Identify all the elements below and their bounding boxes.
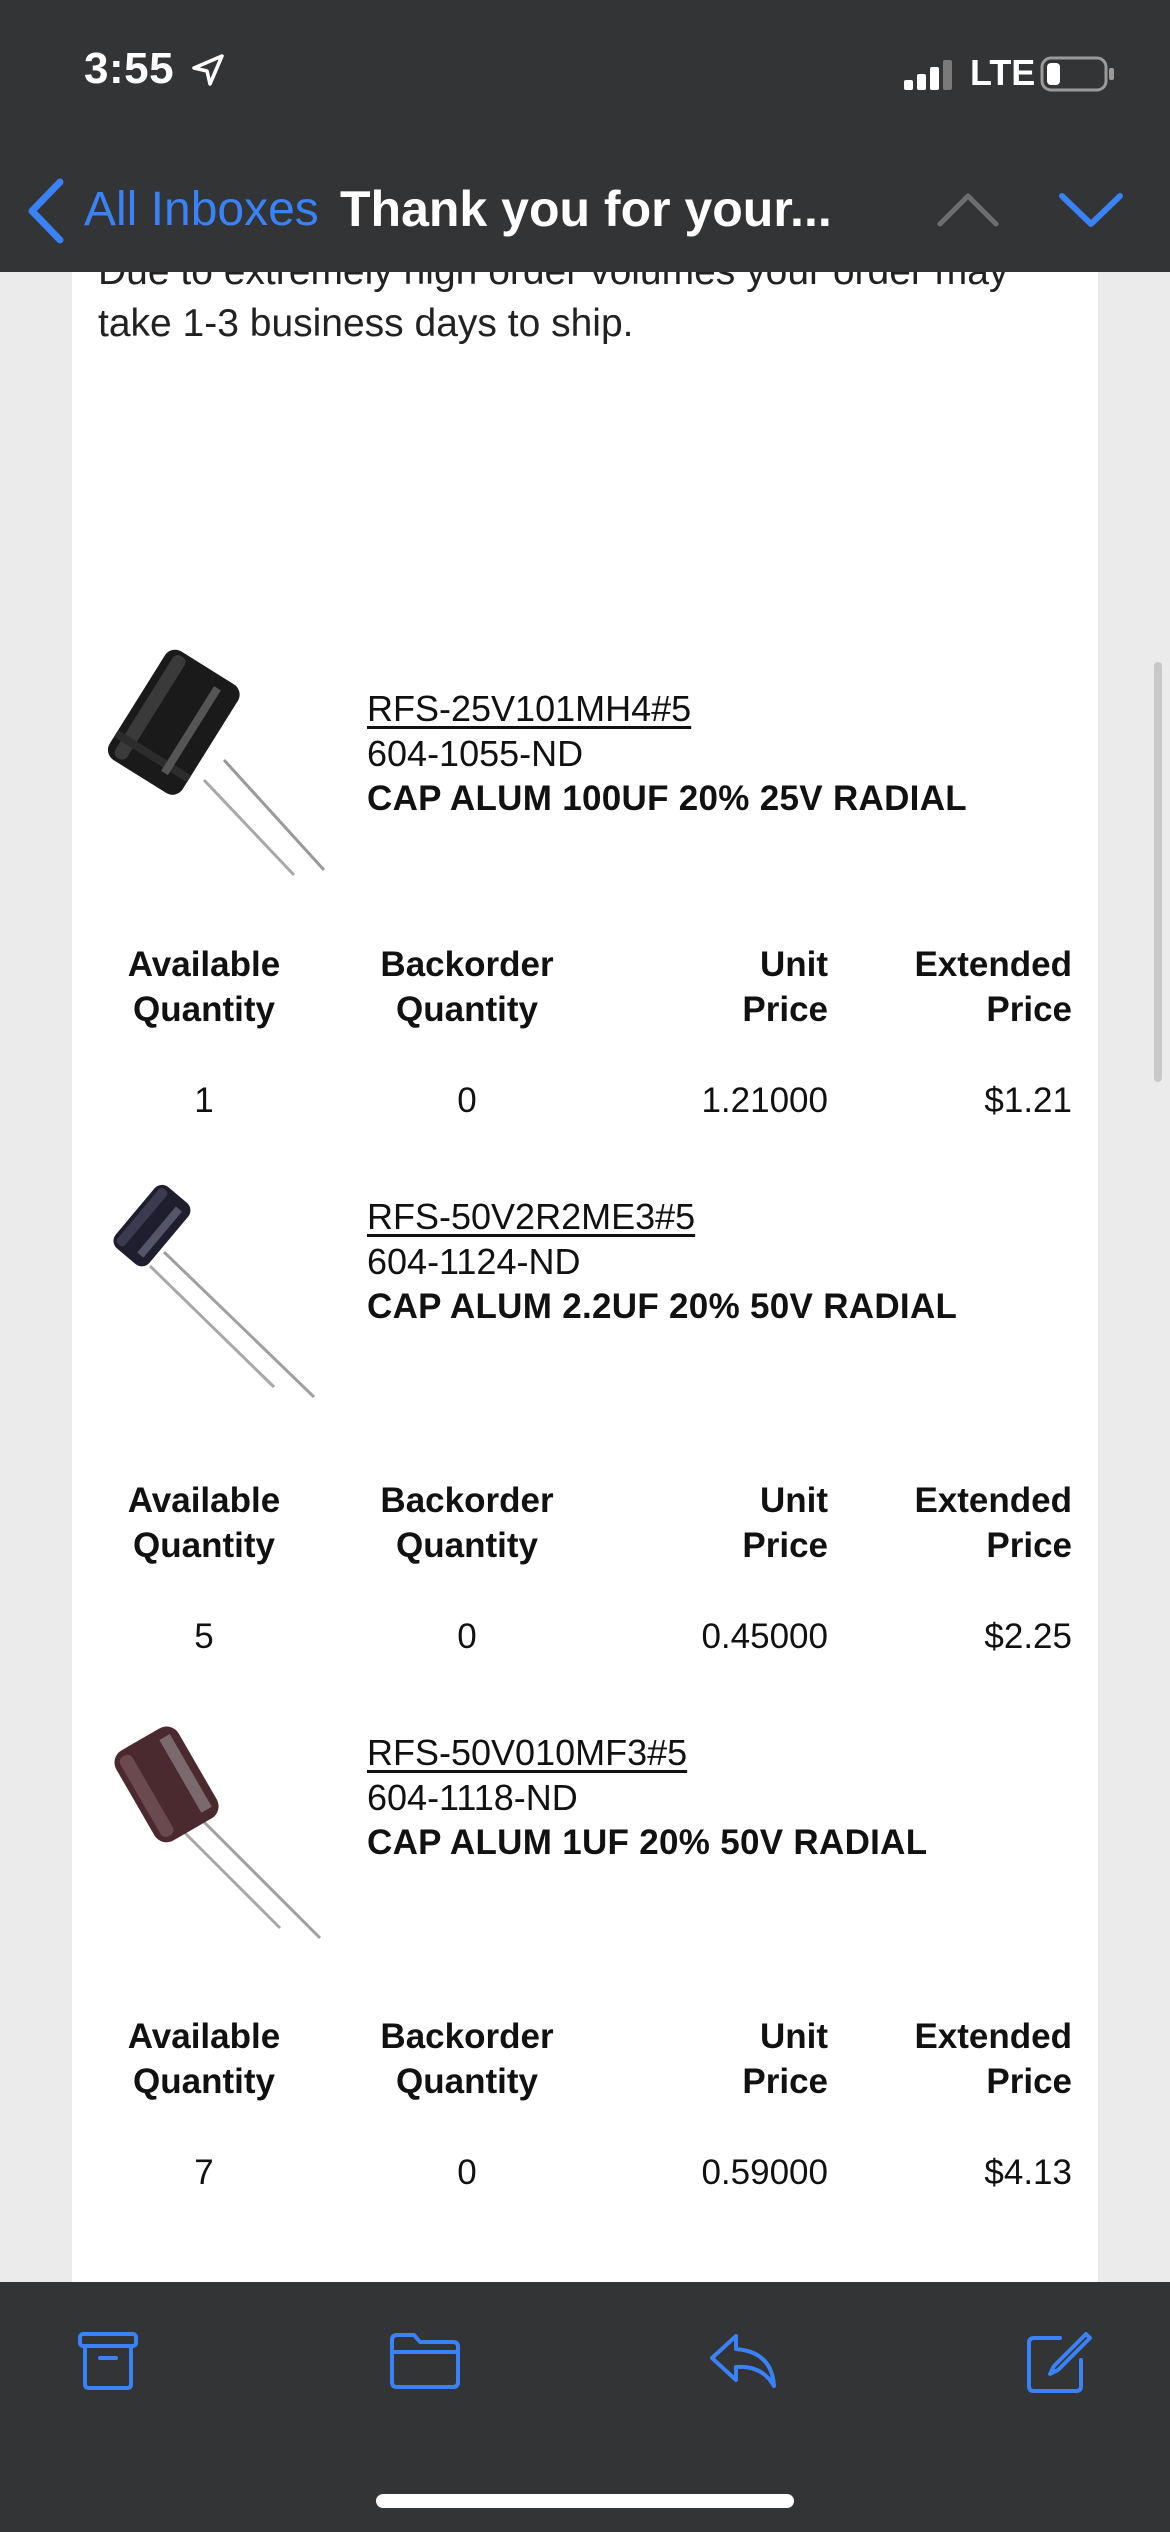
backorder-quantity-value: 0 bbox=[457, 2153, 477, 2192]
available-quantity-header: Available Quantity bbox=[127, 2017, 281, 2101]
available-quantity-value: 7 bbox=[194, 2153, 214, 2192]
top-bar: 3:55 LTE All Inboxes Thank you for your.… bbox=[0, 0, 1170, 272]
chevron-down-icon[interactable] bbox=[1058, 188, 1124, 237]
part-description: CAP ALUM 100UF 20% 25V RADIAL bbox=[367, 779, 967, 818]
manufacturer-part-link[interactable]: RFS-50V2R2ME3#5 bbox=[367, 1194, 957, 1239]
compose-icon[interactable] bbox=[1024, 2330, 1094, 2401]
unit-price-value: 0.45000 bbox=[701, 1617, 828, 1656]
archive-icon[interactable] bbox=[76, 2330, 140, 2397]
backorder-quantity-value: 0 bbox=[457, 1081, 477, 1120]
part-description: CAP ALUM 1UF 20% 50V RADIAL bbox=[367, 1823, 928, 1862]
status-time: 3:55 bbox=[84, 44, 175, 93]
home-indicator[interactable] bbox=[376, 2494, 794, 2508]
capacitor-image bbox=[94, 1712, 334, 1957]
manufacturer-part-link[interactable]: RFS-50V010MF3#5 bbox=[367, 1730, 927, 1775]
scroll-indicator[interactable] bbox=[1154, 662, 1162, 1082]
navigation-bar: All Inboxes Thank you for your... bbox=[0, 160, 1170, 272]
part-description: CAP ALUM 2.2UF 20% 50V RADIAL bbox=[367, 1287, 958, 1326]
status-bar: 3:55 LTE bbox=[0, 0, 1170, 150]
unit-price-header: Unit Price bbox=[742, 945, 828, 1029]
backorder-quantity-header: Backorder Quantity bbox=[380, 2017, 554, 2101]
backorder-quantity-header: Backorder Quantity bbox=[380, 945, 554, 1029]
digikey-part-number: 604-1118-ND bbox=[367, 1777, 578, 1818]
location-arrow-icon bbox=[190, 52, 226, 93]
backorder-quantity-value: 0 bbox=[457, 1617, 477, 1656]
shipping-notice: Due to extremely high order volumes your… bbox=[98, 272, 1008, 345]
backorder-quantity-header: Backorder Quantity bbox=[380, 1481, 554, 1565]
battery-icon bbox=[1040, 56, 1116, 97]
available-quantity-header: Available Quantity bbox=[127, 1481, 281, 1565]
chevron-up-icon[interactable] bbox=[936, 190, 1000, 235]
extended-price-value: $1.21 bbox=[984, 1081, 1072, 1120]
extended-price-header: Extended Price bbox=[914, 1481, 1072, 1565]
reply-icon[interactable] bbox=[706, 2330, 780, 2397]
available-quantity-header: Available Quantity bbox=[127, 945, 281, 1029]
manufacturer-part-link[interactable]: RFS-25V101MH4#5 bbox=[367, 686, 967, 731]
back-chevron-icon[interactable] bbox=[24, 176, 68, 251]
extended-price-header: Extended Price bbox=[914, 2017, 1072, 2101]
message-body[interactable]: Due to extremely high order volumes your… bbox=[0, 272, 1170, 2282]
unit-price-value: 0.59000 bbox=[701, 2153, 828, 2192]
available-quantity-value: 1 bbox=[194, 1081, 214, 1120]
unit-price-value: 1.21000 bbox=[701, 1081, 828, 1120]
cellular-signal-icon bbox=[904, 60, 960, 95]
extended-price-header: Extended Price bbox=[914, 945, 1072, 1029]
capacitor-image bbox=[94, 640, 334, 885]
email-card: Due to extremely high order volumes your… bbox=[72, 272, 1098, 2282]
unit-price-header: Unit Price bbox=[742, 1481, 828, 1565]
capacitor-image bbox=[94, 1182, 334, 1417]
message-title: Thank you for your... bbox=[340, 181, 832, 237]
back-button[interactable]: All Inboxes bbox=[84, 182, 319, 237]
extended-price-value: $4.13 bbox=[984, 2153, 1072, 2192]
available-quantity-value: 5 bbox=[194, 1617, 214, 1656]
network-type: LTE bbox=[970, 52, 1036, 93]
extended-price-value: $2.25 bbox=[984, 1617, 1072, 1656]
digikey-part-number: 604-1124-ND bbox=[367, 1241, 581, 1282]
folder-icon[interactable] bbox=[388, 2330, 462, 2397]
digikey-part-number: 604-1055-ND bbox=[367, 733, 584, 774]
unit-price-header: Unit Price bbox=[742, 2017, 828, 2101]
